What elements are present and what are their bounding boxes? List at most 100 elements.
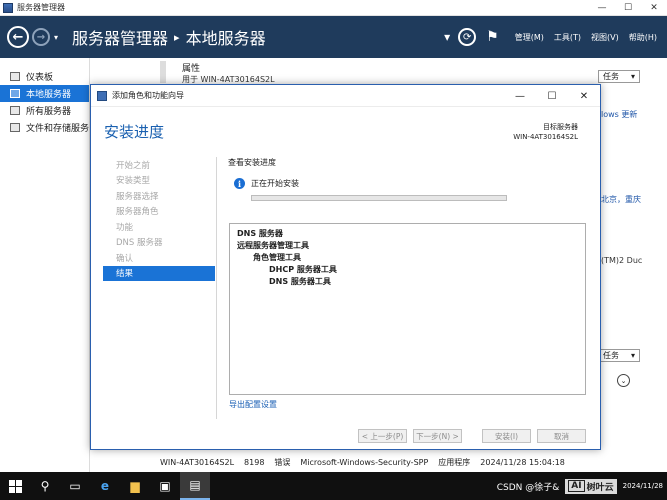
- chevron-down-icon: ▾: [630, 351, 635, 360]
- forward-button[interactable]: →: [32, 28, 50, 46]
- dashboard-icon: [10, 72, 20, 81]
- dialog-close-button[interactable]: ✕: [568, 85, 600, 107]
- tray-text: CSDN @徐子&: [496, 482, 560, 493]
- event-id: 8198: [244, 457, 265, 467]
- local-server-icon: [10, 89, 20, 98]
- section-label: 查看安装进度: [228, 158, 276, 167]
- steps-divider: [216, 157, 217, 419]
- nav-item-dashboard[interactable]: 仪表板: [0, 68, 89, 85]
- list-item: 角色管理工具: [253, 253, 301, 262]
- clock[interactable]: 2024/11/28: [623, 482, 663, 491]
- close-button[interactable]: ✕: [641, 0, 667, 16]
- info-icon: i: [234, 178, 245, 189]
- tasks-dropdown[interactable]: 任务 ▾: [598, 70, 640, 83]
- dialog-title: 添加角色和功能向导: [112, 91, 184, 100]
- step-server-roles[interactable]: 服务器角色: [103, 204, 215, 220]
- results-list: DNS 服务器 远程服务器管理工具 角色管理工具 DHCP 服务器工具 DNS …: [229, 223, 586, 395]
- step-features[interactable]: 功能: [103, 219, 215, 235]
- server-manager-app-icon: [3, 2, 13, 13]
- step-server-selection[interactable]: 服务器选择: [103, 188, 215, 204]
- event-row[interactable]: WIN-4AT30164S2L 8198 错误 Microsoft-Window…: [160, 455, 667, 469]
- chevron-down-icon: ▾: [630, 72, 635, 81]
- list-item: DHCP 服务器工具: [269, 265, 337, 274]
- command-prompt-icon[interactable]: ▣: [150, 472, 180, 500]
- install-progress-bar: [251, 195, 507, 201]
- expand-circle-icon[interactable]: ⌄: [617, 374, 630, 387]
- watermark-logo: AI 树叶云: [565, 478, 617, 494]
- all-servers-icon: [10, 106, 20, 115]
- tasks-label: 任务: [603, 351, 619, 360]
- header-toolbar: ▾ ⟳ ⚑ 管理(M) 工具(T) 视图(V) 帮助(H): [444, 16, 667, 58]
- breadcrumb-current: 本地服务器: [185, 29, 266, 48]
- taskbar: ⚲ ▭ e ▆ ▣ ▤ CSDN @徐子& AI 树叶云 2024/11/28: [0, 472, 667, 500]
- dialog-maximize-button[interactable]: ☐: [536, 85, 568, 107]
- dialog-minimize-button[interactable]: —: [504, 85, 536, 107]
- properties-accent-bar: [160, 61, 166, 83]
- add-roles-wizard-dialog: 添加角色和功能向导 — ☐ ✕ 安装进度 目标服务器 WIN-4AT30164S…: [90, 84, 601, 450]
- start-button[interactable]: [0, 472, 30, 500]
- list-item: 远程服务器管理工具: [237, 241, 309, 250]
- minimize-button[interactable]: —: [589, 0, 615, 16]
- cancel-button[interactable]: 取消: [537, 429, 586, 443]
- step-confirmation[interactable]: 确认: [103, 250, 215, 266]
- history-dropdown-icon[interactable]: ▾: [54, 33, 58, 42]
- menu-view[interactable]: 视图(V): [591, 32, 619, 43]
- processor-fragment: (TM)2 Duc: [601, 256, 643, 265]
- left-navigation: 仪表板 本地服务器 所有服务器 文件和存储服务: [0, 58, 90, 472]
- nav-item-local-server[interactable]: 本地服务器: [0, 85, 89, 102]
- destination-server: 目标服务器 WIN-4AT30164S2L: [513, 122, 578, 142]
- maximize-button[interactable]: ☐: [615, 0, 641, 16]
- notifications-flag-icon[interactable]: ⚑: [486, 29, 499, 45]
- update-link-fragment[interactable]: lows 更新: [601, 109, 637, 120]
- nav-item-label: 所有服务器: [26, 107, 72, 117]
- step-before-you-begin[interactable]: 开始之前: [103, 157, 215, 173]
- timezone-link-fragment[interactable]: 北京，重庆: [601, 194, 641, 205]
- file-explorer-icon[interactable]: ▆: [120, 472, 150, 500]
- nav-item-file-storage[interactable]: 文件和存储服务: [0, 119, 89, 136]
- next-button[interactable]: 下一步(N) >: [413, 429, 462, 443]
- server-manager-taskbar-icon[interactable]: ▤: [180, 472, 210, 500]
- step-installation-type[interactable]: 安装类型: [103, 173, 215, 189]
- menu-help[interactable]: 帮助(H): [629, 32, 657, 43]
- menu-tools[interactable]: 工具(T): [554, 32, 581, 43]
- properties-header: 属性 用于 WIN-4AT30164S2L: [182, 61, 275, 85]
- back-button[interactable]: ←: [7, 26, 29, 48]
- menu-manage[interactable]: 管理(M): [515, 32, 544, 43]
- wizard-steps: 开始之前 安装类型 服务器选择 服务器角色 功能 DNS 服务器 确认 结果: [103, 157, 215, 281]
- list-item: DNS 服务器工具: [269, 277, 331, 286]
- properties-title: 属性: [182, 64, 201, 74]
- nav-item-label: 仪表板: [26, 73, 54, 83]
- refresh-icon[interactable]: ⟳: [458, 28, 477, 46]
- breadcrumb-root[interactable]: 服务器管理器: [72, 25, 168, 49]
- step-dns-server[interactable]: DNS 服务器: [103, 235, 215, 251]
- window-titlebar: 服务器管理器 — ☐ ✕: [0, 0, 667, 16]
- event-source: Microsoft-Windows-Security-SPP: [300, 457, 429, 467]
- windows-logo-icon: [8, 479, 22, 493]
- install-button[interactable]: 安装(I): [482, 429, 531, 443]
- step-results[interactable]: 结果: [103, 265, 215, 281]
- nav-item-all-servers[interactable]: 所有服务器: [0, 102, 89, 119]
- status-text: 正在开始安装: [251, 179, 299, 188]
- events-tasks-dropdown[interactable]: 任务 ▾: [598, 349, 640, 362]
- nav-item-label: 本地服务器: [26, 90, 72, 100]
- previous-button[interactable]: < 上一步(P): [358, 429, 407, 443]
- export-config-link[interactable]: 导出配置设置: [229, 399, 277, 410]
- page-title: 安装进度: [104, 123, 165, 141]
- breadcrumb: 服务器管理器 ▸ 本地服务器: [72, 25, 266, 49]
- server-manager-header: ← → ▾ 服务器管理器 ▸ 本地服务器 ▾ ⟳ ⚑ 管理(M) 工具(T) 视…: [0, 16, 667, 58]
- tasks-label: 任务: [603, 72, 619, 81]
- dialog-controls: — ☐ ✕: [504, 85, 600, 107]
- system-tray: CSDN @徐子& AI 树叶云 2024/11/28: [497, 472, 663, 500]
- nav-item-label: 文件和存储服务: [25, 124, 89, 134]
- destination-value: WIN-4AT30164S2L: [513, 133, 578, 141]
- window-title: 服务器管理器: [17, 3, 65, 12]
- event-server: WIN-4AT30164S2L: [160, 457, 235, 467]
- list-item: DNS 服务器: [237, 229, 283, 238]
- event-date: 2024/11/28 15:04:18: [480, 457, 565, 467]
- ie-browser-icon[interactable]: e: [90, 472, 120, 500]
- search-icon[interactable]: ⚲: [30, 472, 60, 500]
- refresh-dropdown-icon[interactable]: ▾: [444, 30, 450, 44]
- install-status: i 正在开始安装: [234, 178, 588, 189]
- file-storage-icon: [10, 123, 20, 132]
- task-view-icon[interactable]: ▭: [60, 472, 90, 500]
